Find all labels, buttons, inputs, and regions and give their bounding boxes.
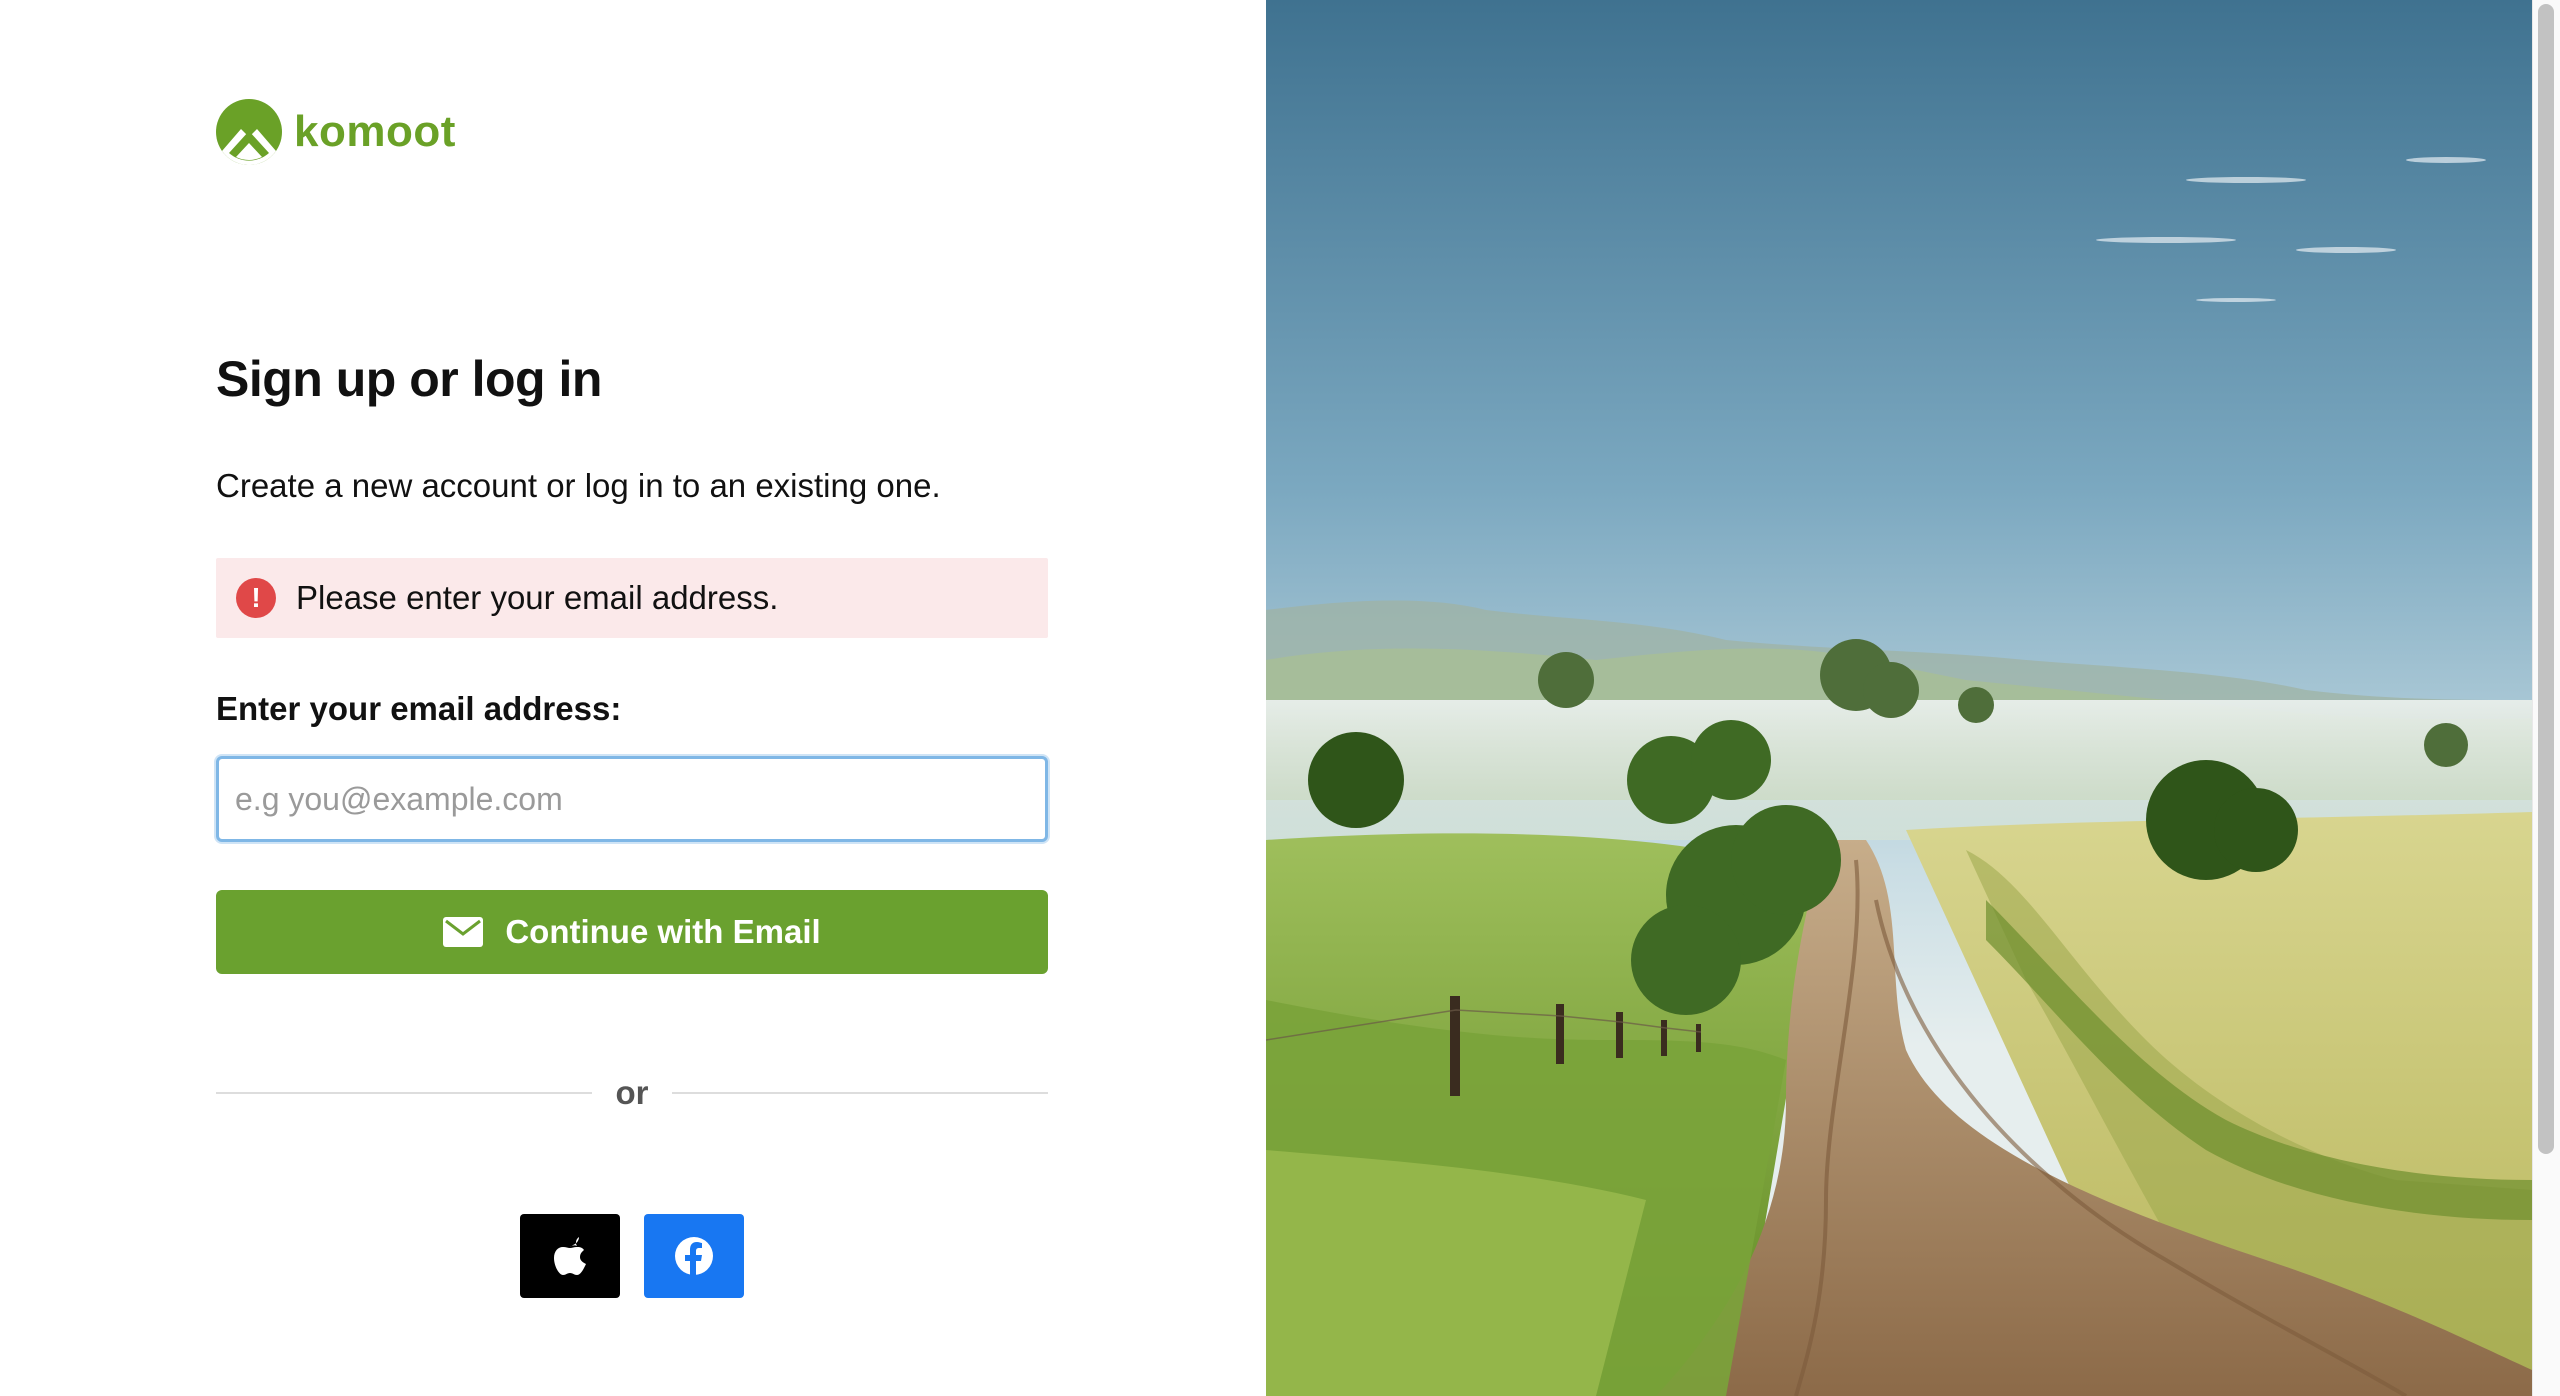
- auth-panel: komoot Sign up or log in Create a new ac…: [0, 0, 1266, 1396]
- divider-line-left: [216, 1092, 592, 1094]
- continue-with-email-button[interactable]: Continue with Email: [216, 890, 1048, 974]
- email-input[interactable]: [216, 756, 1048, 842]
- apple-icon: [554, 1237, 586, 1275]
- login-page: komoot Sign up or log in Create a new ac…: [0, 0, 2560, 1396]
- facebook-icon: [675, 1237, 713, 1275]
- error-message: Please enter your email address.: [296, 579, 779, 616]
- komoot-mountain-icon: [216, 99, 282, 165]
- envelope-icon: [443, 917, 484, 947]
- error-alert: ! Please enter your email address.: [216, 558, 1048, 638]
- sign-in-with-facebook-button[interactable]: [644, 1214, 744, 1298]
- hero-landscape-image: [1266, 0, 2532, 1396]
- brand-name: komoot: [294, 107, 456, 156]
- divider-line-right: [672, 1092, 1048, 1094]
- divider-or: or: [615, 1074, 649, 1111]
- email-label: Enter your email address:: [216, 690, 622, 727]
- sign-in-with-apple-button[interactable]: [520, 1214, 620, 1298]
- exclamation-circle-icon: !: [236, 578, 276, 618]
- komoot-logo[interactable]: komoot: [216, 99, 456, 165]
- scrollbar-thumb[interactable]: [2538, 4, 2554, 1154]
- landscape-illustration: [1266, 0, 2532, 1396]
- page-subtitle: Create a new account or log in to an exi…: [216, 467, 941, 504]
- continue-label: Continue with Email: [505, 913, 821, 950]
- page-title: Sign up or log in: [216, 351, 602, 407]
